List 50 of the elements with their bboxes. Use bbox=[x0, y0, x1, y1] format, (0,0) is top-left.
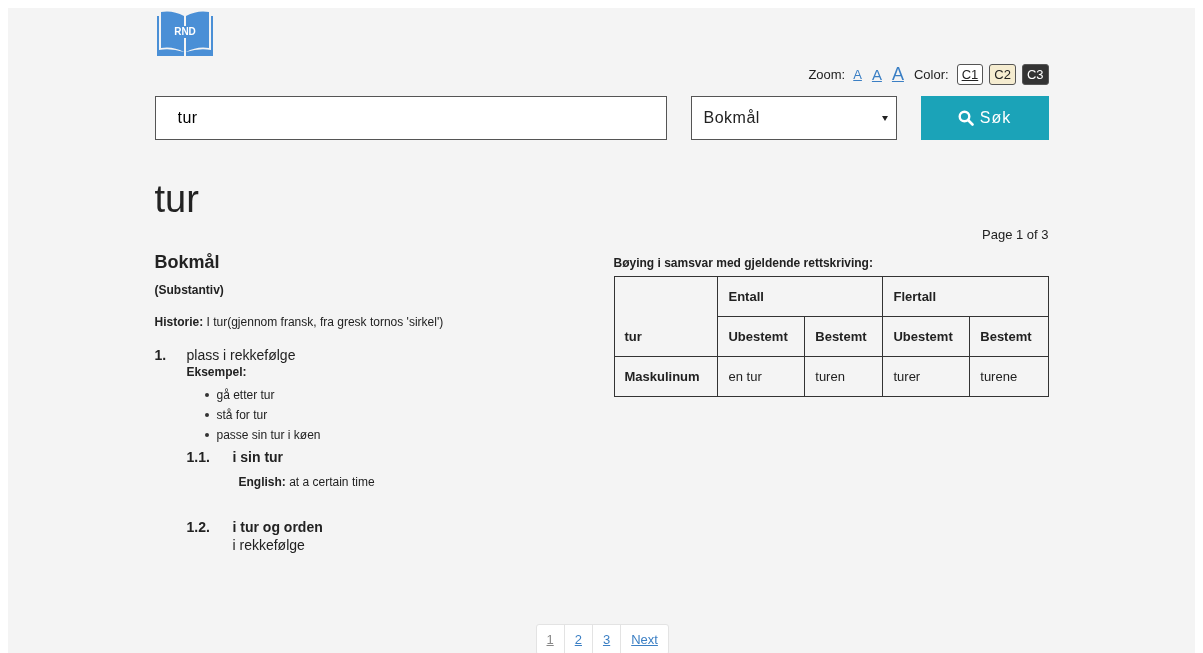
example-item: passe sin tur i køen bbox=[216, 427, 321, 444]
table-header: Bestemt bbox=[969, 316, 1048, 357]
page-info: Page 1 of 3 bbox=[982, 227, 1049, 242]
language-select[interactable]: Bokmål bbox=[690, 96, 897, 140]
page-link[interactable]: Next bbox=[620, 625, 668, 653]
color-theme-button[interactable]: C1 bbox=[956, 63, 984, 85]
search-button[interactable]: Søk bbox=[920, 96, 1049, 140]
zoom-link[interactable]: A bbox=[853, 66, 862, 82]
table-cell: turen bbox=[804, 356, 883, 397]
table-title: Bøying i samsvar med gjeldende rettskriving: bbox=[613, 256, 874, 270]
dropdown-caret-icon bbox=[881, 115, 888, 121]
subsense-phrase: i tur og orden bbox=[232, 519, 323, 535]
subsense-phrase: i sin tur bbox=[232, 449, 284, 465]
language-heading: Bokmål bbox=[154, 252, 221, 273]
examples-label: Eksempel: bbox=[186, 365, 247, 379]
table-header: Ubestemt bbox=[882, 316, 970, 357]
subsense-number: 1.2. bbox=[186, 519, 211, 535]
example-item: gå etter tur bbox=[216, 387, 275, 404]
page-link[interactable]: 2 bbox=[563, 625, 592, 653]
table-header: Maskulinum bbox=[614, 356, 718, 397]
headword-title: tur bbox=[154, 178, 200, 221]
table-cell: en tur bbox=[717, 356, 805, 397]
table-cell: turene bbox=[969, 356, 1048, 397]
subsense-gloss: i rekkefølge bbox=[232, 537, 305, 553]
sense-number: 1. bbox=[154, 347, 168, 365]
subsense-number: 1.1. bbox=[186, 449, 211, 465]
page-link[interactable]: 1 bbox=[536, 625, 564, 653]
color-theme-button[interactable]: C2 bbox=[989, 63, 1016, 85]
color-theme-button[interactable]: C3 bbox=[1021, 63, 1049, 85]
table-header: Ubestemt bbox=[717, 316, 805, 357]
zoom-link[interactable]: A bbox=[891, 63, 904, 85]
table-cell: turer bbox=[882, 356, 970, 397]
page-link[interactable]: 3 bbox=[591, 625, 621, 653]
word-class: (Substantiv) bbox=[154, 283, 225, 297]
table-header: tur bbox=[614, 276, 718, 357]
bullet-icon bbox=[204, 413, 209, 417]
table-header: Entall bbox=[717, 276, 883, 317]
sense-definition: plass i rekkefølge bbox=[186, 347, 297, 363]
subsense-gloss: English: at a certain time bbox=[238, 475, 375, 489]
zoom-link[interactable]: A bbox=[871, 65, 882, 83]
zoom-label: Zoom: bbox=[808, 66, 846, 82]
search-field[interactable]: tur bbox=[154, 96, 667, 140]
history-text: Historie: I tur(gjennom fransk, fra gresk tornos 'sirkel') bbox=[154, 315, 444, 329]
search-icon bbox=[957, 110, 974, 126]
table-header: Bestemt bbox=[804, 316, 883, 357]
example-item: stå for tur bbox=[216, 407, 268, 424]
color-label: Color: bbox=[913, 66, 949, 82]
bullet-icon bbox=[204, 393, 209, 397]
bullet-icon bbox=[204, 433, 209, 437]
table-header: Flertall bbox=[882, 276, 1048, 317]
